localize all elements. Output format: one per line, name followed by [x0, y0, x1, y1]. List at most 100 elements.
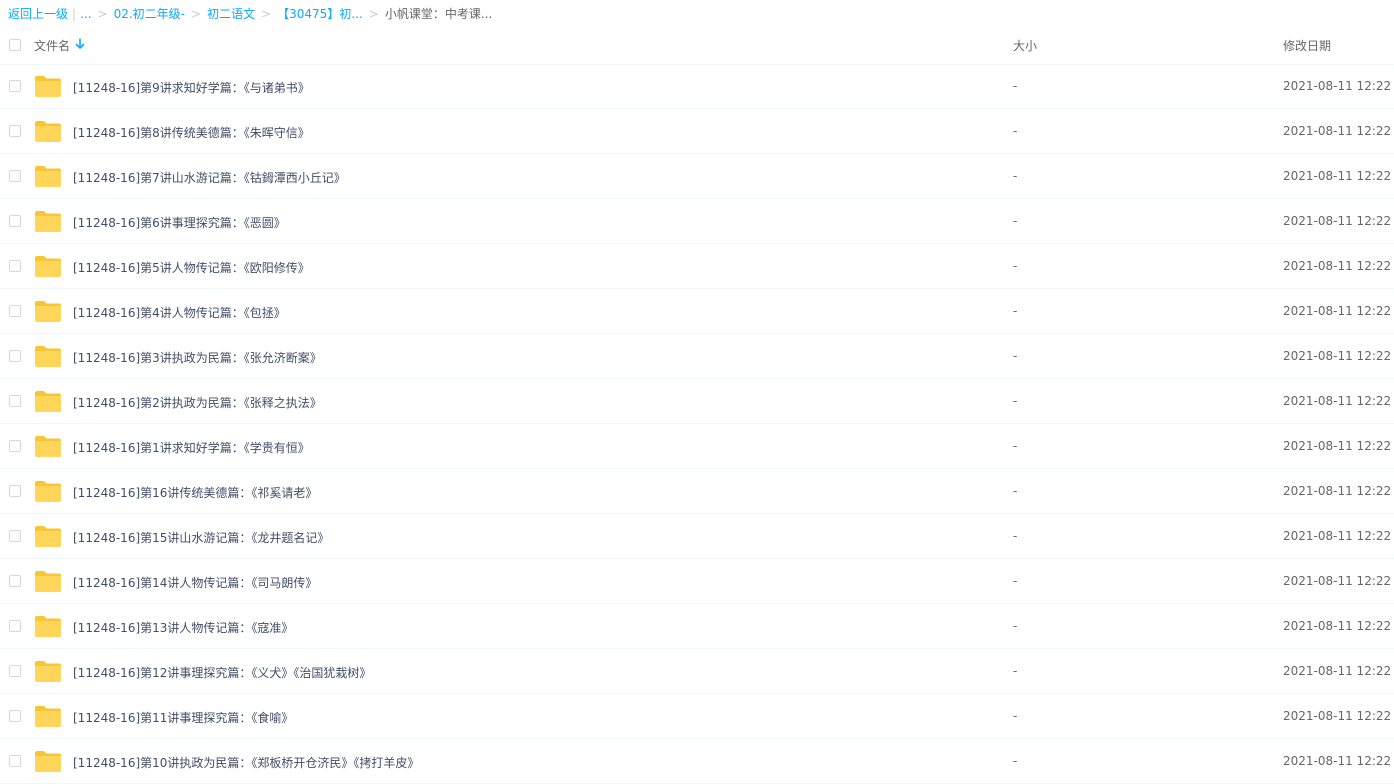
file-size: -: [1013, 169, 1018, 183]
breadcrumb-separator: >: [261, 7, 272, 21]
folder-icon: [35, 751, 61, 772]
row-checkbox[interactable]: [9, 710, 21, 722]
file-row[interactable]: [11248-16]第3讲执政为民篇：《张允济断案》 - 2021-08-11 …: [0, 334, 1394, 379]
file-row[interactable]: [11248-16]第14讲人物传记篇：《司马朗传》 - 2021-08-11 …: [0, 559, 1394, 604]
file-size: -: [1013, 619, 1018, 633]
file-row[interactable]: [11248-16]第10讲执政为民篇：《郑板桥开仓济民》《拷打羊皮》 - 20…: [0, 739, 1394, 784]
file-size: -: [1013, 394, 1018, 408]
row-checkbox[interactable]: [9, 125, 21, 137]
arrow-down-icon[interactable]: [75, 38, 85, 50]
file-name[interactable]: [11248-16]第2讲执政为民篇：《张释之执法》: [73, 394, 322, 411]
file-date: 2021-08-11 12:22: [1283, 349, 1392, 363]
column-header-name[interactable]: 文件名: [34, 37, 70, 54]
file-size: -: [1013, 574, 1018, 588]
file-date: 2021-08-11 12:22: [1283, 664, 1392, 678]
folder-icon: [35, 481, 61, 502]
file-date: 2021-08-11 12:22: [1283, 394, 1392, 408]
folder-icon: [35, 571, 61, 592]
breadcrumb-item-grade[interactable]: 02.初二年级-: [114, 7, 185, 21]
folder-icon: [35, 706, 61, 727]
row-checkbox[interactable]: [9, 575, 21, 587]
file-row[interactable]: [11248-16]第9讲求知好学篇：《与诸弟书》 - 2021-08-11 1…: [0, 64, 1394, 109]
file-date: 2021-08-11 12:22: [1283, 439, 1392, 453]
folder-icon: [35, 391, 61, 412]
file-date: 2021-08-11 12:22: [1283, 304, 1392, 318]
back-link[interactable]: 返回上一级: [8, 7, 68, 21]
breadcrumb-ellipsis[interactable]: ...: [80, 7, 91, 21]
file-size: -: [1013, 709, 1018, 723]
file-size: -: [1013, 124, 1018, 138]
file-row[interactable]: [11248-16]第1讲求知好学篇：《学贵有恒》 - 2021-08-11 1…: [0, 424, 1394, 469]
file-row[interactable]: [11248-16]第2讲执政为民篇：《张释之执法》 - 2021-08-11 …: [0, 379, 1394, 424]
column-header-size[interactable]: 大小: [1013, 37, 1037, 54]
file-name[interactable]: [11248-16]第1讲求知好学篇：《学贵有恒》: [73, 439, 310, 456]
row-checkbox[interactable]: [9, 665, 21, 677]
file-row[interactable]: [11248-16]第13讲人物传记篇：《寇准》 - 2021-08-11 12…: [0, 604, 1394, 649]
folder-icon: [35, 166, 61, 187]
file-name[interactable]: [11248-16]第11讲事理探究篇：《食喻》: [73, 709, 293, 726]
file-row[interactable]: [11248-16]第15讲山水游记篇：《龙井题名记》 - 2021-08-11…: [0, 514, 1394, 559]
file-name[interactable]: [11248-16]第6讲事理探究篇：《恶圆》: [73, 214, 286, 231]
file-name[interactable]: [11248-16]第10讲执政为民篇：《郑板桥开仓济民》《拷打羊皮》: [73, 754, 419, 771]
file-name[interactable]: [11248-16]第7讲山水游记篇：《钴鉧潭西小丘记》: [73, 169, 346, 186]
select-all-checkbox[interactable]: [9, 39, 21, 51]
file-date: 2021-08-11 12:22: [1283, 529, 1392, 543]
file-row[interactable]: [11248-16]第12讲事理探究篇：《义犬》《治国犹栽树》 - 2021-0…: [0, 649, 1394, 694]
file-name[interactable]: [11248-16]第12讲事理探究篇：《义犬》《治国犹栽树》: [73, 664, 371, 681]
file-size: -: [1013, 349, 1018, 363]
folder-icon: [35, 661, 61, 682]
folder-icon: [35, 616, 61, 637]
file-date: 2021-08-11 12:22: [1283, 484, 1392, 498]
row-checkbox[interactable]: [9, 395, 21, 407]
row-checkbox[interactable]: [9, 755, 21, 767]
folder-icon: [35, 256, 61, 277]
breadcrumb-separator: >: [368, 7, 379, 21]
folder-icon: [35, 436, 61, 457]
row-checkbox[interactable]: [9, 440, 21, 452]
file-name[interactable]: [11248-16]第4讲人物传记篇：《包拯》: [73, 304, 286, 321]
file-row[interactable]: [11248-16]第4讲人物传记篇：《包拯》 - 2021-08-11 12:…: [0, 289, 1394, 334]
file-row[interactable]: [11248-16]第11讲事理探究篇：《食喻》 - 2021-08-11 12…: [0, 694, 1394, 739]
file-name[interactable]: [11248-16]第8讲传统美德篇：《朱晖守信》: [73, 124, 310, 141]
file-size: -: [1013, 439, 1018, 453]
file-row[interactable]: [11248-16]第8讲传统美德篇：《朱晖守信》 - 2021-08-11 1…: [0, 109, 1394, 154]
breadcrumb-separator: >: [191, 7, 202, 21]
row-checkbox[interactable]: [9, 530, 21, 542]
file-name[interactable]: [11248-16]第13讲人物传记篇：《寇准》: [73, 619, 293, 636]
file-name[interactable]: [11248-16]第3讲执政为民篇：《张允济断案》: [73, 349, 322, 366]
row-checkbox[interactable]: [9, 305, 21, 317]
file-row[interactable]: [11248-16]第6讲事理探究篇：《恶圆》 - 2021-08-11 12:…: [0, 199, 1394, 244]
file-size: -: [1013, 529, 1018, 543]
file-date: 2021-08-11 12:22: [1283, 709, 1392, 723]
file-list: [11248-16]第9讲求知好学篇：《与诸弟书》 - 2021-08-11 1…: [0, 64, 1394, 784]
file-date: 2021-08-11 12:22: [1283, 169, 1392, 183]
file-name[interactable]: [11248-16]第14讲人物传记篇：《司马朗传》: [73, 574, 317, 591]
file-name[interactable]: [11248-16]第9讲求知好学篇：《与诸弟书》: [73, 79, 310, 96]
file-date: 2021-08-11 12:22: [1283, 574, 1392, 588]
file-name[interactable]: [11248-16]第15讲山水游记篇：《龙井题名记》: [73, 529, 329, 546]
folder-icon: [35, 301, 61, 322]
breadcrumb-item-course[interactable]: 【30475】初...: [277, 7, 363, 21]
file-name[interactable]: [11248-16]第16讲传统美德篇：《祁奚请老》: [73, 484, 317, 501]
file-row[interactable]: [11248-16]第5讲人物传记篇：《欧阳修传》 - 2021-08-11 1…: [0, 244, 1394, 289]
row-checkbox[interactable]: [9, 260, 21, 272]
breadcrumb-separator: |: [72, 7, 77, 21]
column-header-date[interactable]: 修改日期: [1283, 37, 1331, 54]
file-list-header: 文件名 大小 修改日期: [0, 24, 1394, 65]
file-size: -: [1013, 259, 1018, 273]
file-row[interactable]: [11248-16]第16讲传统美德篇：《祁奚请老》 - 2021-08-11 …: [0, 469, 1394, 514]
breadcrumb-item-chinese[interactable]: 初二语文: [207, 7, 255, 21]
row-checkbox[interactable]: [9, 170, 21, 182]
row-checkbox[interactable]: [9, 485, 21, 497]
file-row[interactable]: [11248-16]第7讲山水游记篇：《钴鉧潭西小丘记》 - 2021-08-1…: [0, 154, 1394, 199]
row-checkbox[interactable]: [9, 215, 21, 227]
row-checkbox[interactable]: [9, 80, 21, 92]
breadcrumb-separator: >: [97, 7, 108, 21]
breadcrumb: 返回上一级 |... >02.初二年级- > 初二语文 > 【30475】初... > 小帆课堂…: [8, 6, 492, 22]
row-checkbox[interactable]: [9, 350, 21, 362]
folder-icon: [35, 211, 61, 232]
file-size: -: [1013, 754, 1018, 768]
file-name[interactable]: [11248-16]第5讲人物传记篇：《欧阳修传》: [73, 259, 310, 276]
row-checkbox[interactable]: [9, 620, 21, 632]
file-size: -: [1013, 664, 1018, 678]
